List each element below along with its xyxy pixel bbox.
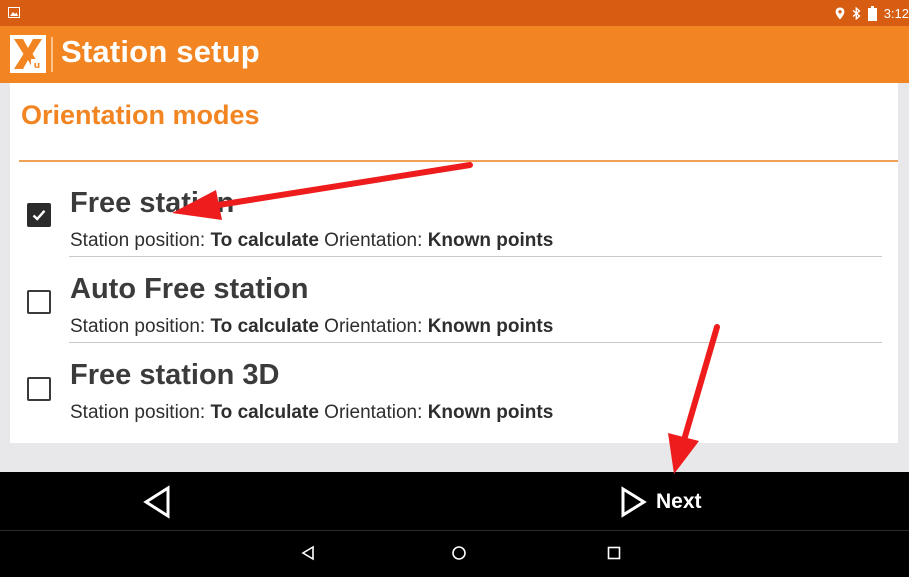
item-description: Station position: To calculate Orientati… (70, 230, 554, 251)
item-title: Free station (70, 187, 235, 219)
app-bar-divider (51, 37, 53, 72)
nav-home-icon[interactable] (451, 545, 467, 561)
checkbox-auto-free-station[interactable] (27, 290, 51, 314)
battery-icon (867, 5, 877, 21)
status-bar: 3:12 (0, 0, 909, 26)
nav-back-icon[interactable] (300, 545, 316, 561)
checkbox-free-station[interactable] (27, 203, 51, 227)
action-bar: Next (0, 472, 909, 531)
page-title: Station setup (61, 34, 260, 69)
checkbox-free-station-3d[interactable] (27, 377, 51, 401)
triangle-back-icon[interactable] (138, 484, 178, 520)
status-icons: 3:12 (835, 0, 909, 26)
nav-recents-icon[interactable] (606, 545, 622, 561)
list-item-auto-free-station[interactable]: Auto Free station Station position: To c… (10, 257, 898, 343)
app-bar: u Station setup (0, 26, 909, 83)
check-icon (32, 210, 46, 221)
section-title: Orientation modes (21, 100, 260, 130)
next-button[interactable]: Next (618, 484, 702, 520)
xu-logo-icon: u (10, 35, 46, 73)
svg-text:u: u (34, 61, 40, 71)
section-divider (19, 160, 898, 162)
list-item-free-station-3d[interactable]: Free station 3D Station position: To cal… (10, 343, 898, 429)
orientation-modes-card: Orientation modes Free station Station p… (10, 83, 898, 443)
item-description: Station position: To calculate Orientati… (70, 402, 554, 423)
item-description: Station position: To calculate Orientati… (70, 316, 554, 337)
image-icon (8, 7, 20, 18)
next-label: Next (656, 490, 702, 513)
system-nav-bar (0, 531, 909, 577)
location-icon (835, 7, 845, 19)
bluetooth-icon (852, 6, 861, 20)
status-time: 3:12 (883, 5, 909, 21)
item-title: Auto Free station (70, 273, 309, 305)
list-item-free-station[interactable]: Free station Station position: To calcul… (10, 171, 898, 257)
triangle-next-icon (621, 486, 647, 518)
item-title: Free station 3D (70, 359, 280, 391)
